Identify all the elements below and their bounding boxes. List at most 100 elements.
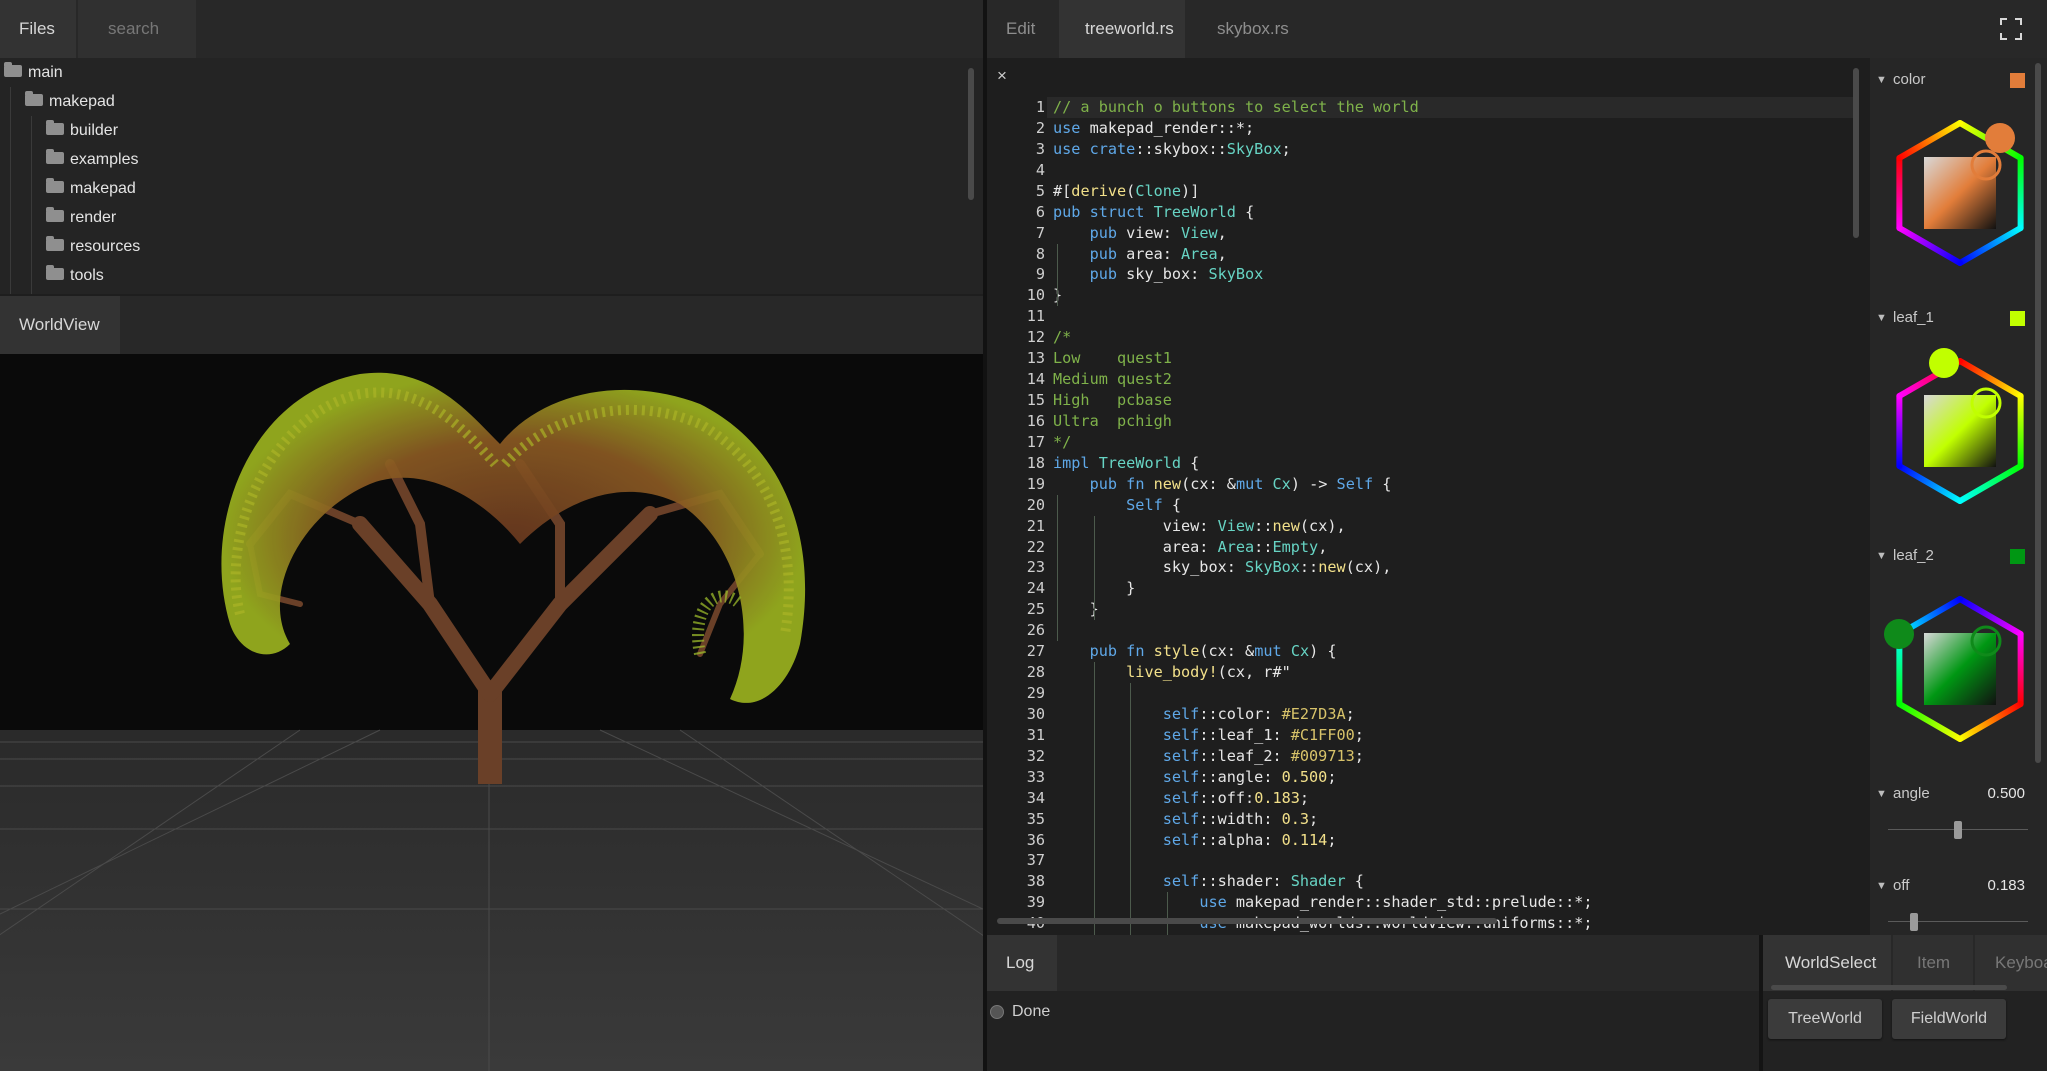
color-wheel[interactable] bbox=[1870, 574, 2035, 764]
tree-item-makepad-sub[interactable]: makepad bbox=[46, 174, 136, 203]
tree-scene bbox=[0, 354, 983, 1071]
tree-item-makepad[interactable]: makepad bbox=[25, 87, 115, 116]
tree-scrollbar[interactable] bbox=[968, 68, 974, 200]
world-viewport[interactable] bbox=[0, 354, 983, 1071]
tree-item-render[interactable]: render bbox=[46, 203, 116, 232]
color-wheel[interactable] bbox=[1870, 336, 2035, 526]
inspector-scrollbar[interactable] bbox=[2035, 63, 2041, 763]
collapse-triangle-icon[interactable]: ▼ bbox=[1876, 776, 1887, 812]
tabbar-scrollbar[interactable] bbox=[1771, 985, 2007, 990]
prop-name: off bbox=[1893, 877, 1910, 894]
prop-value: 0.183 bbox=[1987, 877, 2025, 894]
line-source: pub sky_box: SkyBox bbox=[1089, 265, 1264, 284]
treeworld-button[interactable]: TreeWorld bbox=[1768, 999, 1882, 1039]
line-number: 28 bbox=[1026, 663, 1045, 682]
line-source: High pcbase bbox=[1053, 391, 1172, 410]
tree-item-tools[interactable]: tools bbox=[46, 261, 104, 290]
line-source: pub view: View, bbox=[1089, 223, 1227, 242]
tab-log[interactable]: Log bbox=[987, 935, 1057, 991]
line-number: 25 bbox=[1026, 600, 1045, 619]
tree-guide bbox=[10, 87, 11, 294]
hue-handle[interactable] bbox=[1985, 123, 2015, 153]
color-swatch[interactable] bbox=[2010, 73, 2025, 88]
line-number: 12 bbox=[1026, 328, 1045, 347]
indent-guide bbox=[1093, 515, 1095, 621]
slider-prop-off[interactable]: ▼ off 0.183 bbox=[1870, 868, 2035, 904]
status-dot-icon bbox=[990, 1005, 1004, 1019]
editor-hscroll[interactable] bbox=[997, 918, 1497, 924]
collapse-triangle-icon[interactable]: ▼ bbox=[1876, 868, 1887, 904]
line-number: 22 bbox=[1026, 537, 1045, 556]
slider-knob[interactable] bbox=[1909, 913, 1918, 931]
folder-icon bbox=[46, 235, 64, 251]
line-number: 5 bbox=[1035, 181, 1045, 200]
line-number: 4 bbox=[1035, 160, 1045, 179]
folder-icon bbox=[46, 206, 64, 222]
tab-item[interactable]: Item bbox=[1893, 935, 1973, 991]
folder-icon bbox=[4, 61, 22, 77]
line-source: self::alpha: 0.114; bbox=[1162, 830, 1337, 849]
indent-guide bbox=[1057, 494, 1058, 642]
collapse-triangle-icon[interactable]: ▼ bbox=[1876, 538, 1887, 574]
log-entry[interactable]: Done bbox=[987, 999, 1759, 1025]
tab-worldselect[interactable]: WorldSelect bbox=[1763, 935, 1891, 991]
line-source: Self { bbox=[1126, 495, 1182, 514]
fieldworld-button[interactable]: FieldWorld bbox=[1892, 999, 2006, 1039]
color-prop-leaf_1[interactable]: ▼ leaf_1 bbox=[1870, 300, 2035, 336]
line-source: self::angle: 0.500; bbox=[1162, 767, 1337, 786]
hue-handle[interactable] bbox=[1929, 348, 1959, 378]
line-number: 31 bbox=[1026, 725, 1045, 744]
line-source: self::color: #E27D3A; bbox=[1162, 704, 1355, 723]
line-source: use makepad_render::shader_std::prelude:… bbox=[1199, 893, 1593, 912]
log-body: Done bbox=[987, 991, 1759, 1071]
line-number: 24 bbox=[1026, 579, 1045, 598]
line-source: self::off:0.183; bbox=[1162, 788, 1310, 807]
tree-item-builder[interactable]: builder bbox=[46, 116, 118, 145]
line-number: 1 bbox=[1035, 98, 1045, 116]
line-number: 8 bbox=[1035, 244, 1045, 263]
inspector-panel: ▼ color ▼ leaf_1 ▼ leaf_2 ▼ angle 0.500 ▼ off 0.183 bbox=[1870, 58, 2047, 935]
color-prop-leaf_2[interactable]: ▼ leaf_2 bbox=[1870, 538, 2035, 574]
tab-search[interactable]: search bbox=[78, 0, 196, 58]
slider-prop-angle[interactable]: ▼ angle 0.500 bbox=[1870, 776, 2035, 812]
code-editor[interactable]: × 1 // a bunch o buttons to select the wo… bbox=[987, 58, 1870, 935]
line-source: } bbox=[1053, 600, 1099, 619]
hue-handle[interactable] bbox=[1884, 619, 1914, 649]
tab-treeworld-rs[interactable]: treeworld.rs bbox=[1059, 0, 1185, 58]
fullscreen-icon[interactable] bbox=[2000, 18, 2022, 40]
log-tabbar: Log bbox=[987, 935, 1759, 991]
tab-skybox-rs[interactable]: skybox.rs bbox=[1187, 0, 1299, 58]
collapse-triangle-icon[interactable]: ▼ bbox=[1876, 62, 1887, 98]
tree-item-label: makepad bbox=[49, 93, 115, 110]
color-wheel[interactable] bbox=[1870, 98, 2035, 288]
tree-item-resources[interactable]: resources bbox=[46, 232, 140, 261]
tree-item-label: render bbox=[70, 209, 117, 226]
indent-guide bbox=[1130, 683, 1131, 935]
tree-item-examples[interactable]: examples bbox=[46, 145, 138, 174]
close-icon[interactable]: × bbox=[997, 66, 1007, 86]
color-prop-color[interactable]: ▼ color bbox=[1870, 62, 2035, 98]
folder-icon bbox=[46, 119, 64, 135]
line-number: 3 bbox=[1035, 139, 1045, 158]
slider-knob[interactable] bbox=[1954, 821, 1962, 839]
collapse-triangle-icon[interactable]: ▼ bbox=[1876, 300, 1887, 336]
tab-edit[interactable]: Edit bbox=[987, 0, 1057, 58]
tab-worldview[interactable]: WorldView bbox=[0, 296, 120, 354]
line-source: live_body!(cx, r#" bbox=[1126, 663, 1291, 682]
tab-keyboard[interactable]: Keyboa bbox=[1975, 935, 2047, 991]
line-source: self::shader: Shader { bbox=[1162, 872, 1364, 891]
code-lines: 1 // a bunch o buttons to select the worl… bbox=[987, 97, 1870, 935]
tab-files[interactable]: Files bbox=[0, 0, 76, 58]
color-swatch[interactable] bbox=[2010, 549, 2025, 564]
line-number: 29 bbox=[1026, 684, 1045, 703]
worldselect-tabbar: WorldSelect Item Keyboa bbox=[1763, 935, 2047, 991]
editor-vscroll[interactable] bbox=[1853, 68, 1859, 238]
line-source: Low quest1 bbox=[1053, 349, 1172, 368]
color-swatch[interactable] bbox=[2010, 311, 2025, 326]
line-number: 33 bbox=[1026, 767, 1045, 786]
line-source: Medium quest2 bbox=[1053, 370, 1172, 389]
line-source: // a bunch o buttons to select the world bbox=[1053, 98, 1419, 116]
tree-item-main[interactable]: main bbox=[4, 58, 63, 87]
line-number: 10 bbox=[1026, 286, 1045, 305]
line-number: 13 bbox=[1026, 349, 1045, 368]
